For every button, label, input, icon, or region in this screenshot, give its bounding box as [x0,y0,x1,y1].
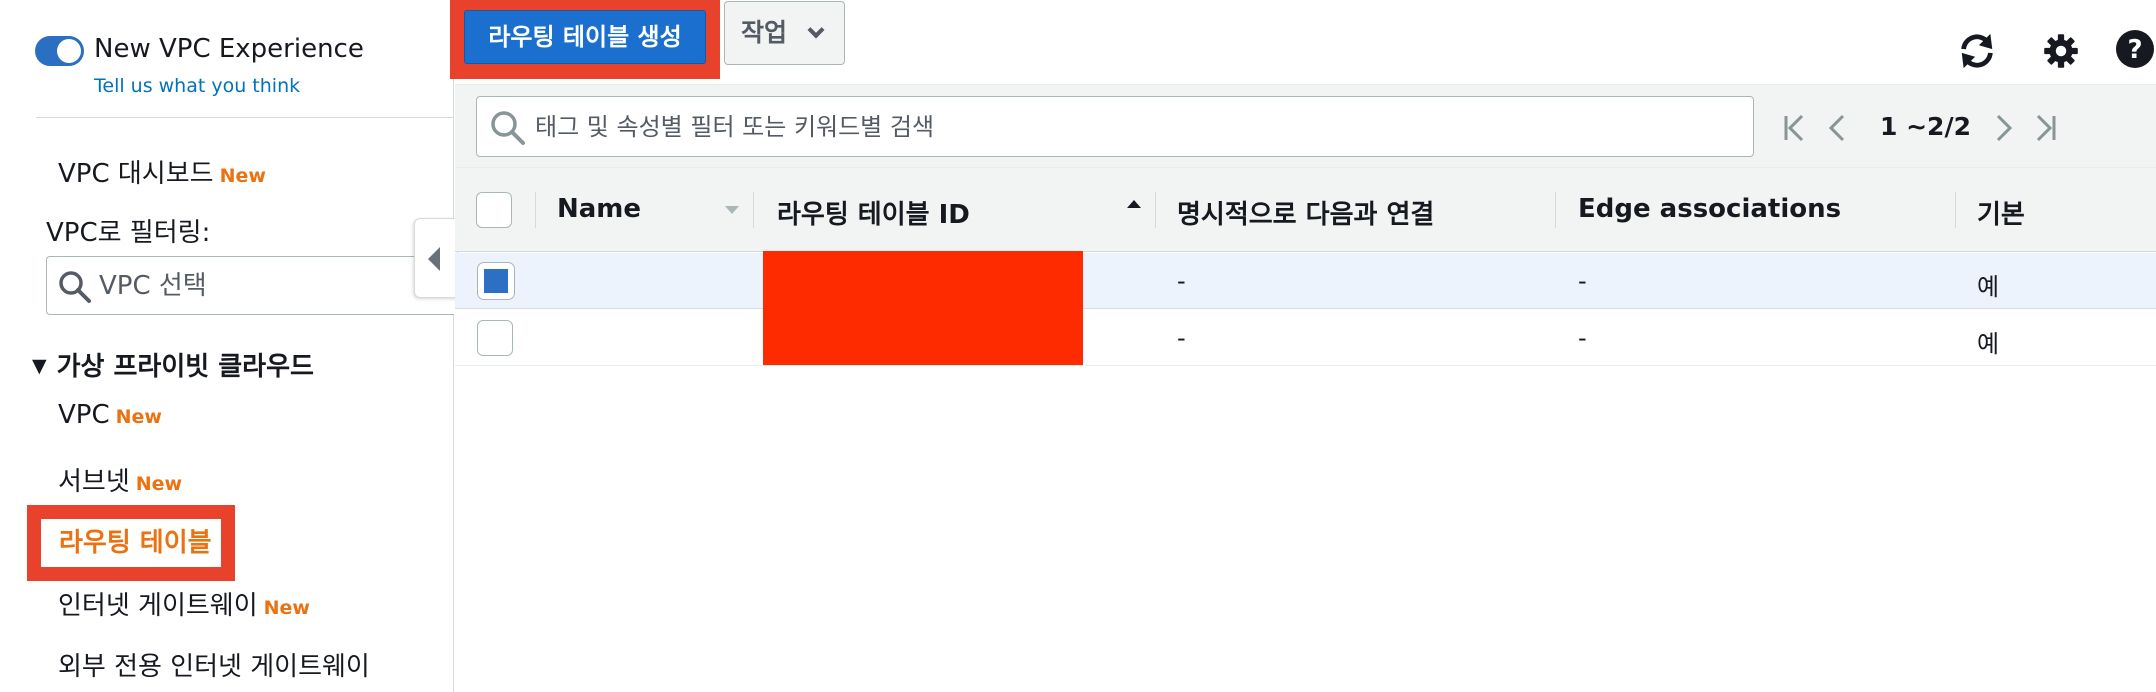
new-vpc-experience-toggle[interactable] [35,36,84,66]
toggle-knob [57,39,81,63]
cell-edge-associations: - [1578,267,1587,295]
sidebar-item-egress-only-gateways[interactable]: 외부 전용 인터넷 게이트웨이 [58,646,370,683]
sidebar: New VPC Experience Tell us what you thin… [0,0,454,692]
pagination-range: 1 ~2/2 [1880,112,1971,141]
sort-ascending-icon[interactable] [1127,200,1141,208]
column-separator [753,192,754,228]
search-input[interactable] [535,97,1735,156]
column-header-edge-associations[interactable]: Edge associations [1578,194,1841,224]
cell-main: 예 [1977,273,2000,301]
gear-icon[interactable] [2040,30,2082,72]
cell-main: 예 [1977,330,2000,358]
search-icon [491,111,525,145]
sidebar-item-label: 인터넷 게이트웨이 [58,591,258,621]
new-badge: New [219,165,266,187]
vpc-filter-label: VPC로 필터링: [46,218,211,248]
sidebar-item-subnets[interactable]: 서브넷 New [58,461,182,498]
column-separator [1955,192,1956,228]
svg-text:?: ? [2127,35,2142,65]
table-row[interactable]: - - 예 [455,310,2156,366]
select-all-checkbox[interactable] [476,192,512,228]
cell-edge-associations: - [1578,324,1587,352]
redacted-route-table-ids [763,251,1083,365]
next-page-icon[interactable] [1992,113,2016,143]
create-route-table-button[interactable]: 라우팅 테이블 생성 [464,10,706,64]
last-page-icon[interactable] [2030,113,2060,143]
column-header-name[interactable]: Name [557,194,641,224]
new-badge: New [135,473,183,495]
caret-down-icon: ▼ [32,355,47,377]
section-title: 가상 프라이빗 클라우드 [56,352,314,382]
sidebar-divider [36,117,454,118]
sidebar-item-label: 서브넷 [58,467,130,497]
filter-bar: 1 ~2/2 [455,84,2156,168]
new-badge: New [115,406,162,428]
vpc-select-input[interactable] [99,257,439,314]
sidebar-item-vpc-dashboard[interactable]: VPC 대시보드 New [58,153,266,190]
chevron-left-icon [428,247,440,271]
sidebar-item-route-tables[interactable]: 라우팅 테이블 [59,522,212,559]
search-box[interactable] [476,96,1754,157]
column-separator [1555,192,1556,228]
sidebar-item-label: VPC 대시보드 [58,159,214,189]
sidebar-item-vpc[interactable]: VPC New [58,400,162,430]
first-page-icon[interactable] [1780,113,1810,143]
refresh-icon[interactable] [1956,30,1998,72]
experience-title: New VPC Experience [94,34,364,64]
search-icon [59,271,91,303]
table-row[interactable]: - - 예 [455,253,2156,309]
sidebar-item-label: VPC [58,400,110,430]
row-checkbox[interactable] [477,320,513,356]
collapse-sidebar-button[interactable] [414,218,458,298]
row-checkbox[interactable] [478,263,514,299]
cell-explicit-associations: - [1177,324,1186,352]
column-separator [535,192,536,228]
section-virtual-private-cloud[interactable]: ▼ 가상 프라이빗 클라우드 [32,346,314,383]
new-badge: New [263,597,310,619]
column-header-main[interactable]: 기본 [1977,194,2025,231]
sidebar-item-label: 외부 전용 인터넷 게이트웨이 [58,652,370,682]
actions-label: 작업 [741,18,788,47]
column-header-explicit-associations[interactable]: 명시적으로 다음과 연결 [1177,194,1434,231]
feedback-link[interactable]: Tell us what you think [94,75,300,97]
sort-icon[interactable] [725,206,739,214]
column-header-route-table-id[interactable]: 라우팅 테이블 ID [777,194,970,231]
help-icon[interactable]: ? [2114,28,2156,70]
chevron-down-icon [807,21,825,39]
sidebar-item-internet-gateways[interactable]: 인터넷 게이트웨이 New [58,585,310,622]
vpc-select[interactable] [46,256,454,315]
actions-dropdown[interactable]: 작업 [724,1,845,65]
table-header: Name 라우팅 테이블 ID 명시적으로 다음과 연결 Edge associ… [455,168,2156,252]
column-separator [1155,192,1156,228]
prev-page-icon[interactable] [1825,113,1849,143]
cell-explicit-associations: - [1177,267,1186,295]
